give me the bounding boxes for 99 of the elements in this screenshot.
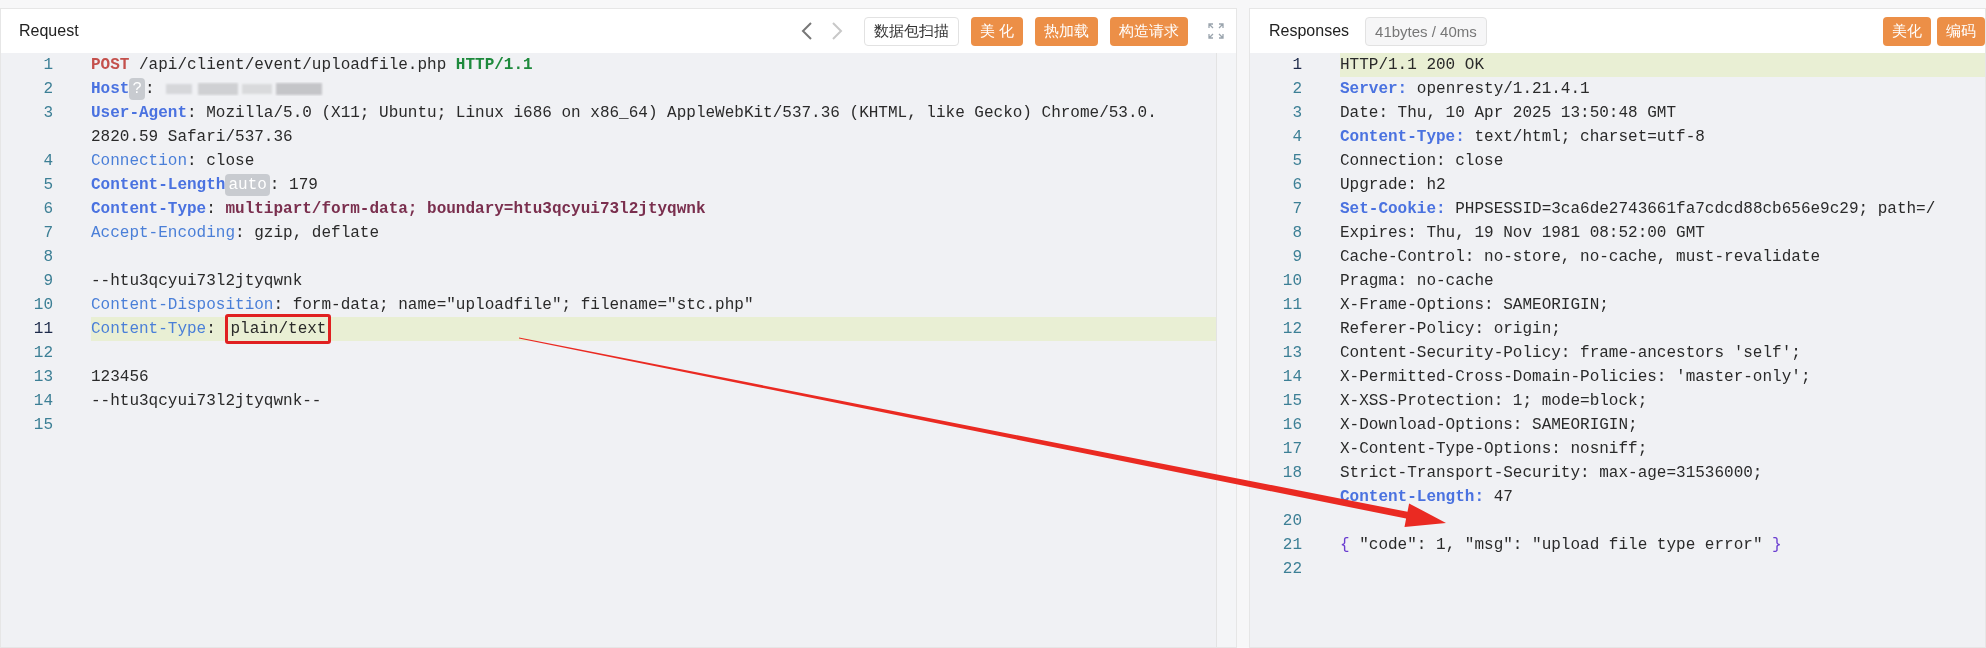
header-name: Content-Type <box>91 319 207 340</box>
line-number: 9 <box>1291 247 1302 268</box>
line-number: 20 <box>1281 511 1302 532</box>
line-number: 3 <box>42 103 53 124</box>
code-text: text/html; charset=utf-8 <box>1473 127 1705 148</box>
code-text: Pragma: no-cache <box>1340 271 1494 292</box>
code-text: : 179 <box>269 175 318 196</box>
line-number: 8 <box>42 247 53 268</box>
header-name: Host <box>91 79 130 100</box>
brace: { <box>1340 535 1350 556</box>
header-name: User-Agent <box>91 103 187 124</box>
code-text: 123456 <box>91 367 149 388</box>
code-text: HTTP/1.1 200 OK <box>1340 55 1485 76</box>
line-number: 8 <box>1291 223 1302 244</box>
line-number: 10 <box>1281 271 1302 292</box>
toolbar-button[interactable]: 构造请求 <box>1110 16 1188 46</box>
code-text: "code": 1, "msg": "upload file type error" <box>1358 535 1764 556</box>
line-number: 7 <box>1291 199 1302 220</box>
code-text: Cache-Control: no-store, no-cache, must-revalidate <box>1340 247 1821 268</box>
line-number: 5 <box>42 175 53 196</box>
response-stats: 41bytes / 40ms <box>1365 16 1487 46</box>
line-number: 6 <box>1291 175 1302 196</box>
line-number: 22 <box>1281 559 1302 580</box>
code-text: : <box>206 199 217 220</box>
line-number: 12 <box>32 343 53 364</box>
header-name: Connection <box>91 151 187 172</box>
code-text: : <box>145 79 156 100</box>
code-text: 2820.59 Safari/537.36 <box>91 127 293 148</box>
line-number: 14 <box>1281 367 1302 388</box>
header-name: Server: <box>1340 79 1408 100</box>
code-text: Referer-Policy: origin; <box>1340 319 1561 340</box>
hint-badge: ? <box>129 78 145 100</box>
line-number: 13 <box>32 367 53 388</box>
line-number: 13 <box>1281 343 1302 364</box>
code-text: --htu3qcyui73l2jtyqwnk <box>91 271 303 292</box>
line-number: 2 <box>1291 79 1302 100</box>
protocol-version: HTTP/1.1 <box>455 55 533 76</box>
http-method: POST <box>91 55 130 76</box>
code-text: openresty/1.21.4.1 <box>1415 79 1590 100</box>
line-number: 11 <box>32 319 53 340</box>
highlighted-value: plain/text <box>225 314 332 344</box>
panel-title: Request <box>19 21 79 41</box>
line-number: 15 <box>32 415 53 436</box>
header-name: Accept-Encoding <box>91 223 236 244</box>
toolbar-button[interactable]: 美化 <box>1883 16 1931 46</box>
header-name: Content-Length <box>91 175 226 196</box>
header-name: Content-Disposition <box>91 295 274 316</box>
panel-title: Responses <box>1269 21 1350 41</box>
header-name: Set-Cookie: <box>1340 199 1446 220</box>
code-text: Upgrade: h2 <box>1340 175 1446 196</box>
code-text: /api/client/event/uploadfile.php <box>138 55 448 76</box>
line-number: 4 <box>42 151 53 172</box>
line-number: 9 <box>42 271 53 292</box>
line-number: 6 <box>42 199 53 220</box>
line-number: 2 <box>42 79 53 100</box>
scan-button[interactable]: 数据包扫描 <box>863 16 959 46</box>
brace: } <box>1772 535 1782 556</box>
line-number: 21 <box>1281 535 1302 556</box>
line-number: 4 <box>1291 127 1302 148</box>
back-chevron-icon[interactable] <box>800 22 813 40</box>
line-number: 16 <box>1281 415 1302 436</box>
code-text: X-Download-Options: SAMEORIGIN; <box>1340 415 1638 436</box>
line-number: 3 <box>1291 103 1302 124</box>
code-text: : form-data; name="uploadfile"; filename="stc.php" <box>273 295 754 316</box>
header-name: Content-Type: <box>1340 127 1465 148</box>
toolbar-button[interactable]: 美 化 <box>970 16 1023 46</box>
code-text: PHPSESSID=3ca6de2743661fa7cdcd88cb656e9c29; path=/ <box>1454 199 1936 220</box>
header-name: Content-Length: <box>1340 487 1485 508</box>
header-name: Content-Type <box>91 199 207 220</box>
code-text: X-XSS-Protection: 1; mode=block; <box>1340 391 1648 412</box>
line-number: 15 <box>1281 391 1302 412</box>
code-text: Strict-Transport-Security: max-age=31536000; <box>1340 463 1763 484</box>
toolbar-button[interactable]: 热加载 <box>1035 16 1098 46</box>
code-text: Date: Thu, 10 Apr 2025 13:50:48 GMT <box>1340 103 1677 124</box>
line-number: 17 <box>1281 439 1302 460</box>
code-text: : close <box>187 151 255 172</box>
code-text: Expires: Thu, 19 Nov 1981 08:52:00 GMT <box>1340 223 1705 244</box>
line-number: 5 <box>1291 151 1302 172</box>
line-number: 12 <box>1281 319 1302 340</box>
line-number: 1 <box>1291 55 1302 76</box>
toolbar-button[interactable]: 编码 <box>1937 16 1985 46</box>
code-text: X-Permitted-Cross-Domain-Policies: 'master-only'; <box>1340 367 1811 388</box>
line-number: 7 <box>42 223 53 244</box>
line-number: 14 <box>32 391 53 412</box>
line-number: 10 <box>32 295 53 316</box>
line-number: 1 <box>42 55 53 76</box>
code-text: Content-Security-Policy: frame-ancestors 'self'; <box>1340 343 1801 364</box>
line-number: 11 <box>1281 295 1302 316</box>
code-text: 47 <box>1492 487 1513 508</box>
fullscreen-icon[interactable] <box>1208 23 1224 39</box>
code-text: : gzip, deflate <box>235 223 380 244</box>
header-value: multipart/form-data; boundary=htu3qcyui73l2jtyqwnk <box>225 199 706 220</box>
code-text: X-Content-Type-Options: nosniff; <box>1340 439 1648 460</box>
code-text: X-Frame-Options: SAMEORIGIN; <box>1340 295 1609 316</box>
line-number: 18 <box>1281 463 1302 484</box>
code-text: : <box>206 319 217 340</box>
code-text: : Mozilla/5.0 (X11; Ubuntu; Linux i686 on x86_64) AppleWebKit/537.36 (KHTML, like Gecko) Chrome/53.0. <box>187 103 1157 124</box>
code-text: Connection: close <box>1340 151 1504 172</box>
code-text: --htu3qcyui73l2jtyqwnk-- <box>91 391 322 412</box>
